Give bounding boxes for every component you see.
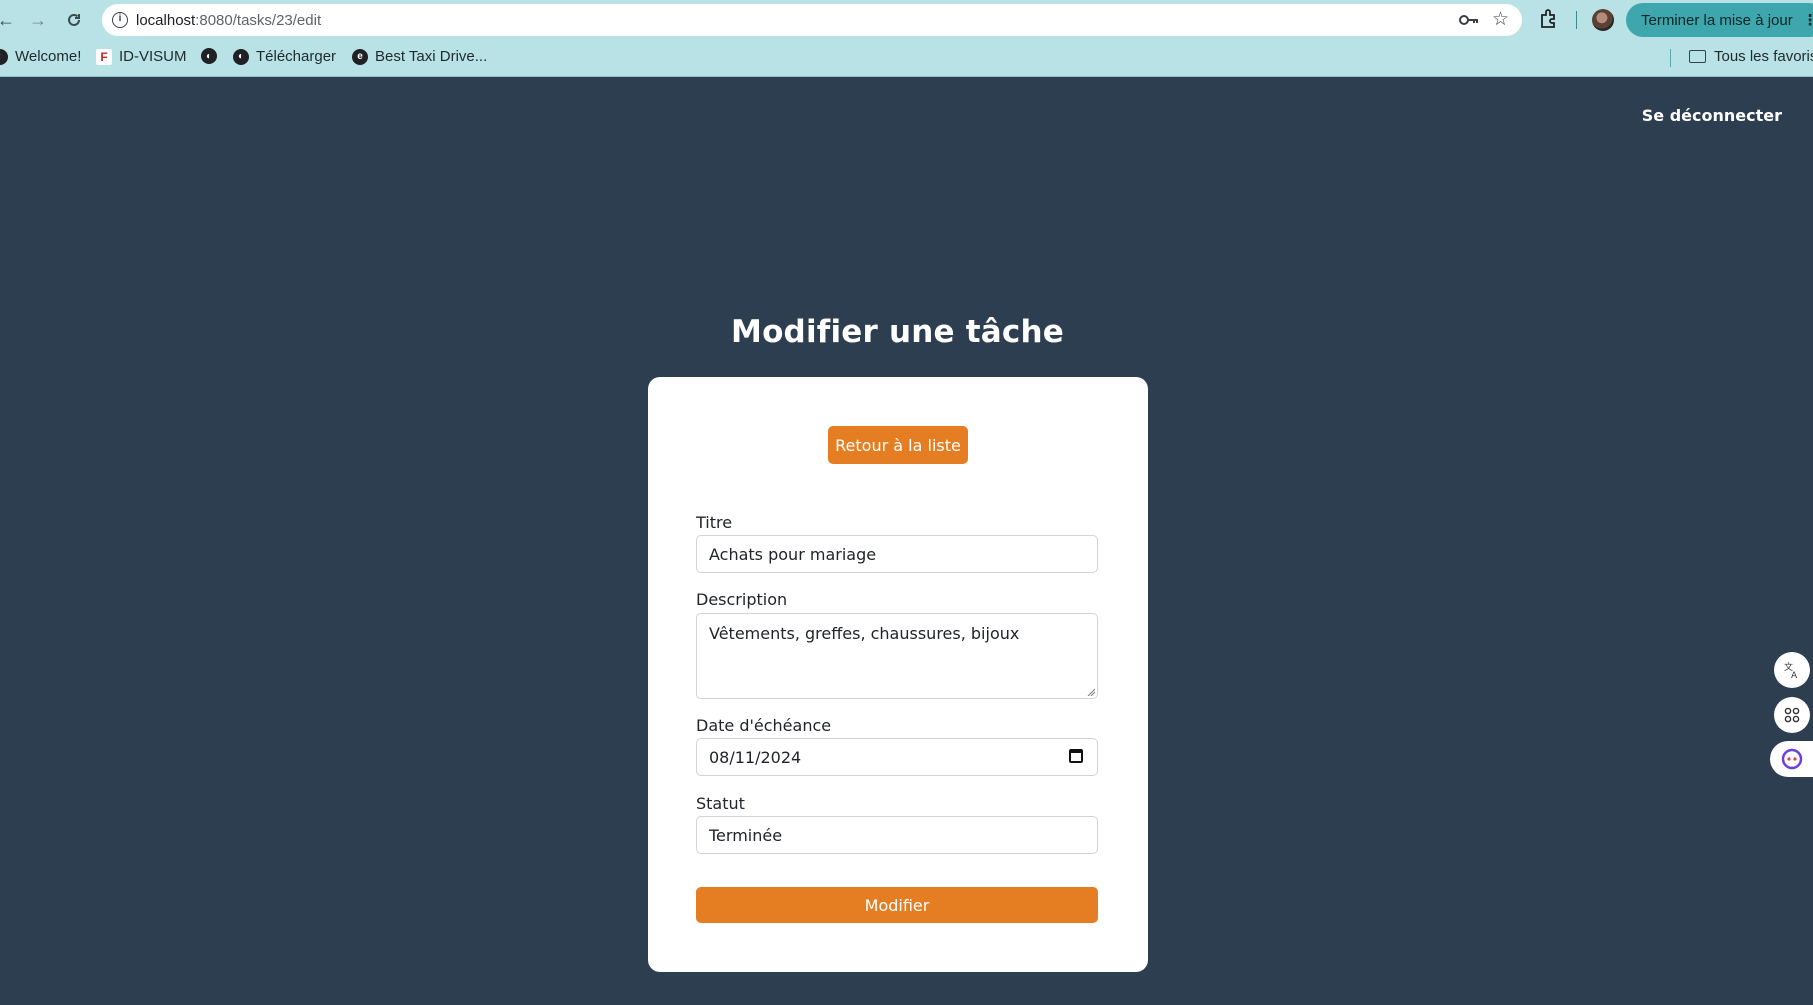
menu-dots-icon[interactable]: ⋮ [1803, 11, 1813, 29]
bookmark-star-icon[interactable]: ☆ [1492, 8, 1509, 31]
all-bookmarks-folder[interactable]: Tous les favoris [1689, 48, 1813, 65]
logout-link[interactable]: Se déconnecter [1642, 106, 1782, 125]
browser-toolbar: ← → i localhost:8080/tasks/23/edit ☆ Ter… [0, 0, 1813, 40]
bookmark-globe[interactable]: ◐ [201, 48, 224, 64]
extensions-icon[interactable] [1538, 8, 1560, 30]
url-path: :8080/tasks/23/edit [195, 12, 322, 29]
globe-icon: ◐ [201, 48, 217, 64]
apps-grid-icon[interactable] [1774, 697, 1810, 733]
submit-modify-button[interactable]: Modifier [696, 887, 1098, 923]
globe-icon: ◐ [233, 48, 249, 65]
description-textarea[interactable]: Vêtements, greffes, chaussures, bijoux [696, 613, 1098, 699]
due-date-value: 08/11/2024 [709, 747, 802, 767]
bookmark-label: ID-VISUM [119, 48, 187, 65]
calendar-icon[interactable] [1069, 749, 1083, 763]
update-button-label: Terminer la mise à jour [1641, 11, 1793, 29]
bookmark-label: Télécharger [256, 48, 337, 65]
bookmark-telecharger[interactable]: ◐ Télécharger [233, 48, 336, 65]
bookmark-label: Welcome! [15, 48, 82, 65]
title-label: Titre [696, 513, 733, 532]
due-date-label: Date d'échéance [696, 716, 832, 735]
assistant-face-icon[interactable] [1770, 741, 1813, 777]
bookmarks-bar: ◐ Welcome! F ID-VISUM ◐ ◐ Télécharger e Best… [0, 40, 1813, 77]
due-date-input[interactable]: 08/11/2024 [696, 738, 1098, 776]
title-input[interactable]: Achats pour mariage [696, 535, 1098, 573]
url-host: localhost [136, 12, 196, 29]
update-button[interactable]: Terminer la mise à jour ⋮ [1626, 3, 1813, 37]
id-visum-favicon-icon: F [96, 48, 112, 65]
bookmark-id-visum[interactable]: F ID-VISUM [96, 48, 187, 65]
description-label: Description [696, 590, 788, 609]
password-key-icon[interactable] [1458, 12, 1480, 28]
back-arrow-icon[interactable]: ← [0, 8, 18, 32]
toolbar-separator [1576, 11, 1577, 29]
description-text: Vêtements, greffes, chaussures, bijoux [709, 624, 1020, 643]
taxi-favicon-icon: e [352, 48, 368, 65]
site-info-icon[interactable]: i [112, 12, 128, 28]
all-bookmarks-label: Tous les favoris [1714, 48, 1813, 65]
folder-icon [1689, 50, 1706, 63]
bookmark-best-taxi[interactable]: e Best Taxi Drive... [352, 48, 487, 65]
translate-icon[interactable]: 文A [1774, 652, 1810, 688]
status-input[interactable]: Terminée [696, 816, 1098, 854]
reload-icon[interactable] [62, 8, 86, 32]
profile-avatar[interactable] [1592, 9, 1614, 31]
page-title: Modifier une tâche [731, 314, 1064, 350]
svg-text:A: A [1791, 671, 1798, 679]
address-bar[interactable]: i localhost:8080/tasks/23/edit ☆ [102, 4, 1522, 36]
resize-grip-icon[interactable] [1087, 688, 1095, 696]
back-to-list-button[interactable]: Retour à la liste [828, 426, 968, 464]
globe-icon: ◐ [0, 48, 8, 65]
status-label: Statut [696, 794, 745, 813]
edit-task-card: Retour à la liste Titre Achats pour mari… [648, 377, 1148, 972]
bookmark-welcome[interactable]: ◐ Welcome! [0, 48, 81, 65]
url-text: localhost:8080/tasks/23/edit [136, 12, 321, 29]
bookmarks-divider [1670, 49, 1671, 67]
forward-arrow-icon[interactable]: → [26, 8, 50, 32]
bookmark-label: Best Taxi Drive... [375, 48, 488, 65]
